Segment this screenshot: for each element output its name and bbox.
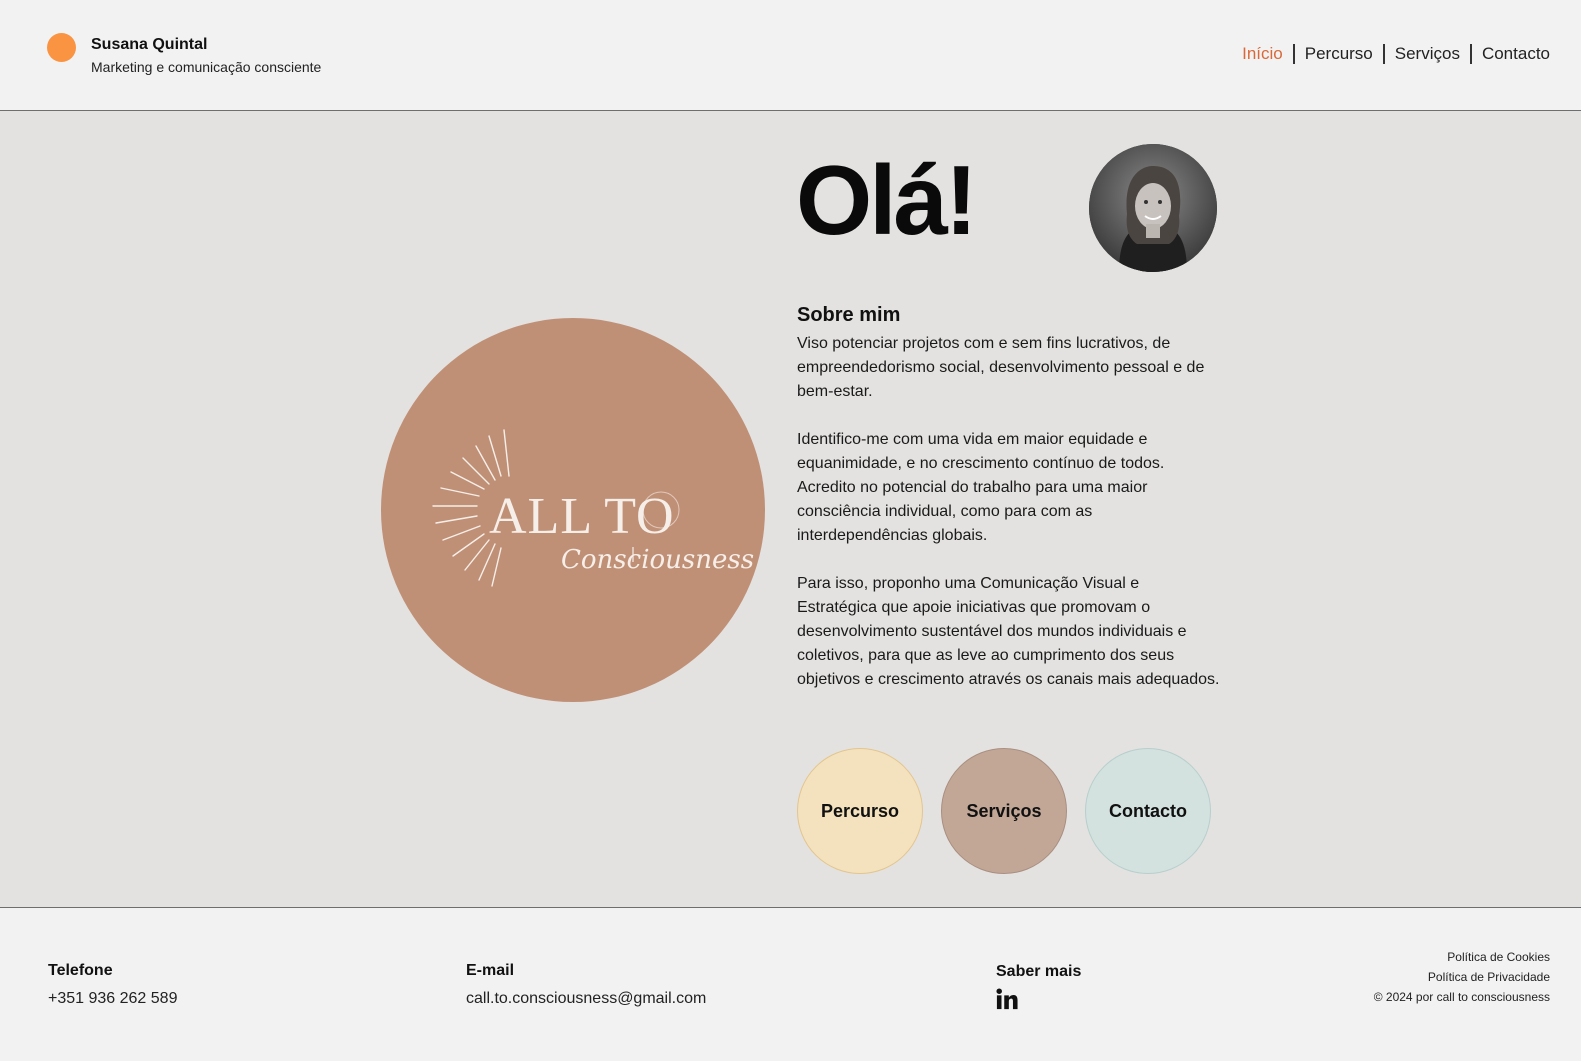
more-label: Saber mais [996, 963, 1082, 980]
cookies-link[interactable]: Política de Cookies [1447, 950, 1550, 964]
email-value[interactable]: call.to.consciousness@gmail.com [466, 990, 706, 1008]
nav-servicos[interactable]: Serviços [1395, 44, 1460, 64]
logo-main-text: ALL TO [489, 488, 675, 545]
about-paragraph: Identifico-me com uma vida em maior equi… [797, 431, 1165, 544]
copyright-text: © 2024 por call to consciousness [1373, 990, 1550, 1004]
linkedin-icon[interactable] [996, 988, 1018, 1010]
logo-script-text: Consciousness [561, 545, 754, 575]
servicos-button[interactable]: Serviços [941, 748, 1067, 874]
profile-photo [1089, 144, 1217, 272]
all-to-consciousness-logo: ALL TO Consciousness [381, 318, 765, 702]
percurso-button[interactable]: Percurso [797, 748, 923, 874]
about-paragraph: Para isso, proponho uma Comunicação Visu… [797, 575, 1220, 688]
profile-photo-image [1089, 144, 1217, 272]
about-title: Sobre mim [797, 304, 901, 326]
privacy-link[interactable]: Política de Privacidade [1428, 970, 1550, 984]
nav-divider [1292, 44, 1295, 64]
site-footer: Telefone +351 936 262 589 E-mail call.to… [0, 908, 1581, 1061]
hero-section: ALL TO Consciousness Olá! Sobre mim Viso… [0, 111, 1581, 908]
about-text: Viso potenciar projetos com e sem fins l… [797, 332, 1222, 716]
site-header: Susana Quintal Marketing e comunicação c… [0, 0, 1581, 111]
brand-dot-logo[interactable] [47, 33, 76, 62]
about-paragraph: Viso potenciar projetos com e sem fins l… [797, 335, 1205, 400]
nav-divider [1469, 44, 1472, 64]
nav-divider [1382, 44, 1385, 64]
nav-percurso[interactable]: Percurso [1305, 44, 1373, 64]
nav-inicio[interactable]: Início [1242, 44, 1283, 64]
logo-artwork: ALL TO Consciousness [432, 429, 754, 587]
main-nav: Início Percurso Serviços Contacto [1242, 44, 1550, 64]
brand-tagline: Marketing e comunicação consciente [91, 59, 322, 75]
phone-value[interactable]: +351 936 262 589 [48, 990, 177, 1008]
greeting-heading: Olá! [796, 145, 978, 255]
phone-label: Telefone [48, 962, 113, 979]
contacto-button[interactable]: Contacto [1085, 748, 1211, 874]
brand-name[interactable]: Susana Quintal [91, 36, 207, 54]
nav-contacto[interactable]: Contacto [1482, 44, 1550, 64]
email-label: E-mail [466, 962, 515, 979]
